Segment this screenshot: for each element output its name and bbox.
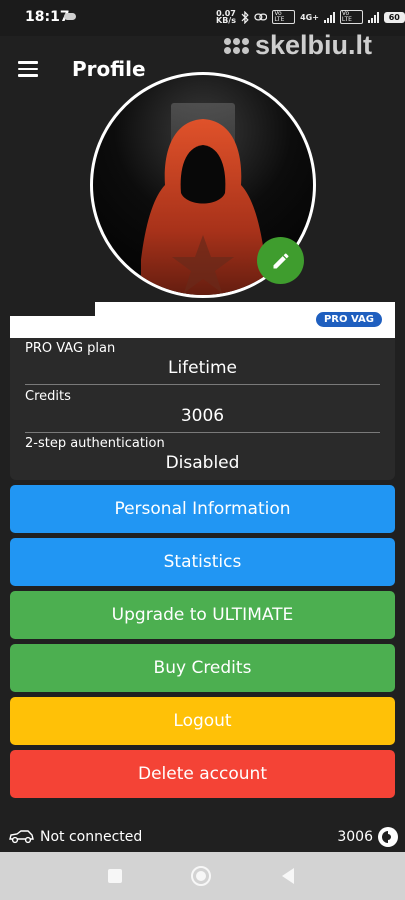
signal-icon-2 (367, 11, 379, 23)
home-button[interactable] (191, 866, 211, 886)
credits-label: Credits (25, 389, 71, 404)
recent-apps-button[interactable] (108, 869, 122, 883)
logout-button[interactable]: Logout (10, 697, 395, 745)
divider (25, 384, 380, 385)
pencil-icon (273, 252, 289, 268)
hooded-figure (141, 119, 265, 295)
2fa-label: 2-step authentication (25, 436, 165, 451)
volte-badge: Vo LTE (272, 10, 296, 24)
info-row-credits: Credits 3006 (25, 389, 380, 426)
status-time: 18:17 (25, 9, 70, 25)
network-speed-unit: KB/s (216, 16, 236, 25)
statistics-button[interactable]: Statistics (10, 538, 395, 586)
2fa-value: Disabled (165, 453, 240, 473)
coin-icon (378, 827, 398, 847)
car-icon (9, 830, 34, 844)
delete-account-button[interactable]: Delete account (10, 750, 395, 798)
edit-avatar-button[interactable] (257, 237, 304, 284)
info-row-2fa: 2-step authentication Disabled (25, 436, 380, 473)
profile-info-card: PRO VAG plan Lifetime Credits 3006 2-ste… (10, 338, 395, 480)
bluetooth-icon (241, 10, 249, 24)
volte-badge-2: Vo LTE (339, 10, 363, 24)
info-row-plan: PRO VAG plan Lifetime (25, 341, 380, 378)
link-icon (254, 13, 268, 21)
upgrade-button[interactable]: Upgrade to ULTIMATE (10, 591, 395, 639)
cloud-icon (64, 13, 76, 20)
back-button[interactable] (282, 868, 294, 884)
plan-label: PRO VAG plan (25, 341, 116, 356)
connection-status: Not connected (40, 829, 143, 845)
credits-value: 3006 (180, 406, 225, 426)
plan-badge: PRO VAG (315, 312, 382, 327)
system-nav-bar (0, 852, 405, 900)
plan-value: Lifetime (167, 358, 238, 378)
footer-bar: Not connected 3006 (0, 820, 405, 854)
divider (25, 432, 380, 433)
buy-credits-button[interactable]: Buy Credits (10, 644, 395, 692)
page-title: Profile (72, 57, 146, 81)
personal-information-button[interactable]: Personal Information (10, 485, 395, 533)
footer-credits: 3006 (337, 829, 373, 845)
menu-icon[interactable] (18, 61, 38, 77)
status-icons: 0.07 KB/s Vo LTE 4G+ Vo LTE 60 (216, 9, 405, 25)
battery-icon: 60 (383, 11, 405, 23)
network-type: 4G+ (300, 12, 319, 22)
network-speed: 0.07 KB/s (216, 10, 236, 25)
redacted-area (10, 302, 95, 316)
signal-icon (323, 11, 335, 23)
profile-name-strip: PRO VAG (10, 302, 395, 338)
